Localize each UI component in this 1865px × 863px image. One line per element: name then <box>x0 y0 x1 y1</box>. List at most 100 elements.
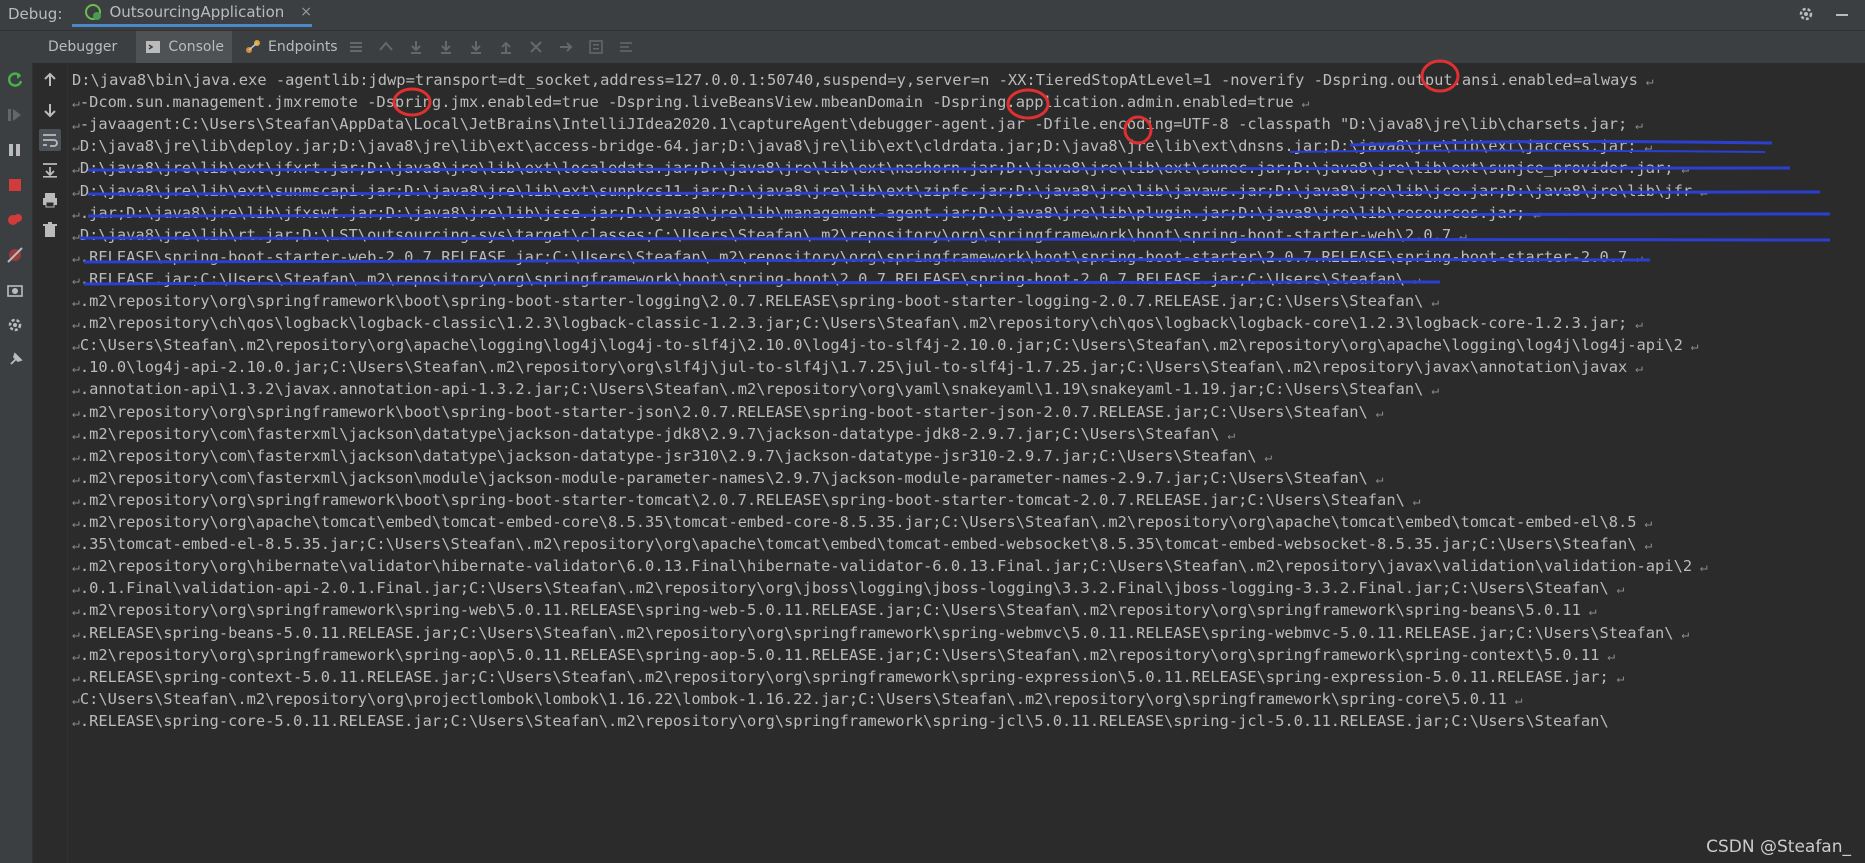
continuation-marker: ↵ <box>72 96 80 112</box>
console-line-text: .RELEASE\spring-context-5.0.11.RELEASE.j… <box>79 667 1609 686</box>
continuation-marker: ↵ <box>72 670 80 686</box>
console-line-text: D:\java8\jre\lib\deploy.jar;D:\java8\jre… <box>79 137 1637 156</box>
console-actions-column <box>33 63 68 863</box>
console-line: ↵.RELEASE.jar;C:\Users\Steafan\.m2\repos… <box>72 268 1421 290</box>
console-line-text: D:\java8\jre\lib\rt.jar;D:\LST\outsourci… <box>79 225 1452 244</box>
soft-wrap-marker: ↵ <box>1637 74 1654 89</box>
continuation-marker: ↵ <box>72 449 80 465</box>
spring-boot-debug-icon <box>82 1 103 23</box>
continuation-marker: ↵ <box>72 162 80 178</box>
down-arrow-icon[interactable] <box>39 99 61 121</box>
drop-frame-icon[interactable] <box>525 36 547 58</box>
continuation-marker: ↵ <box>72 714 80 730</box>
console-scrollbar[interactable] <box>1839 63 1865 863</box>
soft-wrap-marker: ↵ <box>1293 96 1310 112</box>
soft-wrap-marker: ↵ <box>1367 471 1384 487</box>
console-icon <box>144 36 162 58</box>
console-line: ↵.0.1.Final\validation-api-2.0.1.Final.j… <box>72 577 1624 599</box>
get-thread-dump-icon[interactable] <box>4 279 26 301</box>
pause-program-icon[interactable] <box>4 139 26 161</box>
continuation-marker: ↵ <box>72 626 80 642</box>
soft-wrap-marker: ↵ <box>1608 670 1625 686</box>
console-output[interactable]: D:\java8\bin\java.exe -agentlib:jdwp=tra… <box>68 63 1838 863</box>
soft-wrap-marker: ↵ <box>1367 405 1384 421</box>
tab-console[interactable]: Console <box>136 31 232 63</box>
console-line-text: D:\java8\jre\lib\ext\jfxrt.jar;D:\java8\… <box>79 159 1674 178</box>
continuation-marker: ↵ <box>72 250 80 266</box>
rerun-icon[interactable] <box>4 69 26 91</box>
settings-icon[interactable] <box>4 314 26 336</box>
endpoints-icon <box>244 36 262 58</box>
force-step-into-icon[interactable] <box>465 36 487 58</box>
continuation-marker: ↵ <box>72 604 80 620</box>
console-line: ↵C:\Users\Steafan\.m2\repository\org\apa… <box>72 334 1699 356</box>
watermark: CSDN @Steafan_ <box>1706 837 1851 857</box>
layout-list-icon[interactable] <box>345 36 367 58</box>
gear-icon[interactable] <box>1795 3 1817 25</box>
console-line-text: .m2\repository\org\springframework\boot\… <box>79 402 1368 421</box>
soft-wrap-marker: ↵ <box>1506 692 1523 708</box>
evaluate-expression-icon[interactable] <box>585 36 607 58</box>
continuation-marker: ↵ <box>72 427 80 443</box>
continuation-marker: ↵ <box>72 648 80 664</box>
soft-wrap-marker: ↵ <box>1580 604 1597 620</box>
console-line-text: .annotation-api\1.3.2\javax.annotation-a… <box>79 380 1424 399</box>
clear-all-icon[interactable] <box>39 219 61 241</box>
console-line: ↵.m2\repository\com\fasterxml\jackson\mo… <box>72 467 1383 489</box>
close-tab-icon[interactable]: × <box>300 4 312 20</box>
step-out-icon[interactable] <box>495 36 517 58</box>
console-line-text: .m2\repository\org\springframework\boot\… <box>79 292 1424 310</box>
console-line-text: .RELEASE\spring-boot-starter-web-2.0.7.R… <box>79 247 1628 266</box>
run-to-cursor-icon[interactable] <box>555 36 577 58</box>
tab-endpoints[interactable]: Endpoints <box>236 31 338 63</box>
debug-title-bar: Debug: OutsourcingApplication × <box>0 0 1865 31</box>
console-line: ↵D:\java8\jre\lib\ext\jfxrt.jar;D:\java8… <box>72 157 1689 179</box>
console-line-text: .0.1.Final\validation-api-2.0.1.Final.ja… <box>79 579 1609 598</box>
tab-debugger[interactable]: Debugger <box>40 31 120 63</box>
view-breakpoints-icon[interactable] <box>4 209 26 231</box>
stop-icon[interactable] <box>4 174 26 196</box>
soft-wrap-marker: ↵ <box>1627 317 1643 333</box>
console-line: D:\java8\bin\java.exe -agentlib:jdwp=tra… <box>72 69 1654 91</box>
continuation-marker: ↵ <box>72 692 80 708</box>
soft-wrap-marker: ↵ <box>1627 361 1643 377</box>
soft-wrap-marker: ↵ <box>1525 206 1541 222</box>
console-line-text: -Dcom.sun.management.jmxremote -Dspring.… <box>79 93 1294 112</box>
console-line: ↵.RELEASE\spring-beans-5.0.11.RELEASE.ja… <box>72 622 1689 644</box>
console-line: ↵.RELEASE\spring-core-5.0.11.RELEASE.jar… <box>72 710 1609 732</box>
minimize-icon[interactable] <box>1831 3 1853 25</box>
pin-tab-icon[interactable] <box>4 349 26 371</box>
console-line-text: .m2\repository\com\fasterxml\jackson\mod… <box>79 468 1368 487</box>
scroll-to-end-icon[interactable] <box>39 159 61 181</box>
console-line-text: .RELEASE.jar;C:\Users\Steafan\.m2\reposi… <box>79 269 1405 288</box>
debug-toolbar: Debugger Console Endpoints <box>0 31 1865 64</box>
console-line: ↵.m2\repository\org\apache\tomcat\embed\… <box>72 511 1652 533</box>
continuation-marker: ↵ <box>72 582 80 598</box>
console-line-text: .m2\repository\org\apache\tomcat\embed\t… <box>79 513 1637 531</box>
console-line-text: D:\java8\bin\java.exe -agentlib:jdwp=tra… <box>72 71 1638 89</box>
soft-wrap-marker: ↵ <box>1627 250 1643 266</box>
console-line: ↵.10.0\log4j-api-2.10.0.jar;C:\Users\Ste… <box>72 356 1643 378</box>
soft-wrap-marker: ↵ <box>1692 560 1708 576</box>
soft-wrap-marker: ↵ <box>1219 427 1236 443</box>
continuation-marker: ↵ <box>72 317 80 333</box>
console-line-text: C:\Users\Steafan\.m2\repository\org\apac… <box>79 336 1683 355</box>
console-line: ↵.35\tomcat-embed-el-8.5.35.jar;C:\Users… <box>72 533 1652 555</box>
resume-program-icon[interactable] <box>4 104 26 126</box>
console-line-text: .m2\repository\org\springframework\sprin… <box>79 601 1581 620</box>
console-line-text: D:\java8\jre\lib\ext\sunmscapi.jar;D:\ja… <box>79 181 1693 200</box>
soft-wrap-marker: ↵ <box>1692 184 1708 200</box>
soft-wrap-marker: ↵ <box>1682 339 1699 355</box>
continuation-marker: ↵ <box>72 383 80 399</box>
continuation-marker: ↵ <box>72 560 80 576</box>
run-config-tab[interactable]: OutsourcingApplication × <box>72 0 312 27</box>
print-icon[interactable] <box>39 189 61 211</box>
trace-current-stream-icon[interactable] <box>615 36 637 58</box>
step-over-icon[interactable] <box>405 36 427 58</box>
soft-wrap-icon[interactable] <box>39 129 61 151</box>
step-into-icon[interactable] <box>435 36 457 58</box>
up-arrow-icon[interactable] <box>39 69 61 91</box>
mute-breakpoints-icon[interactable] <box>4 244 26 266</box>
show-execution-point-icon[interactable] <box>375 36 397 58</box>
soft-wrap-marker: ↵ <box>1423 295 1440 310</box>
